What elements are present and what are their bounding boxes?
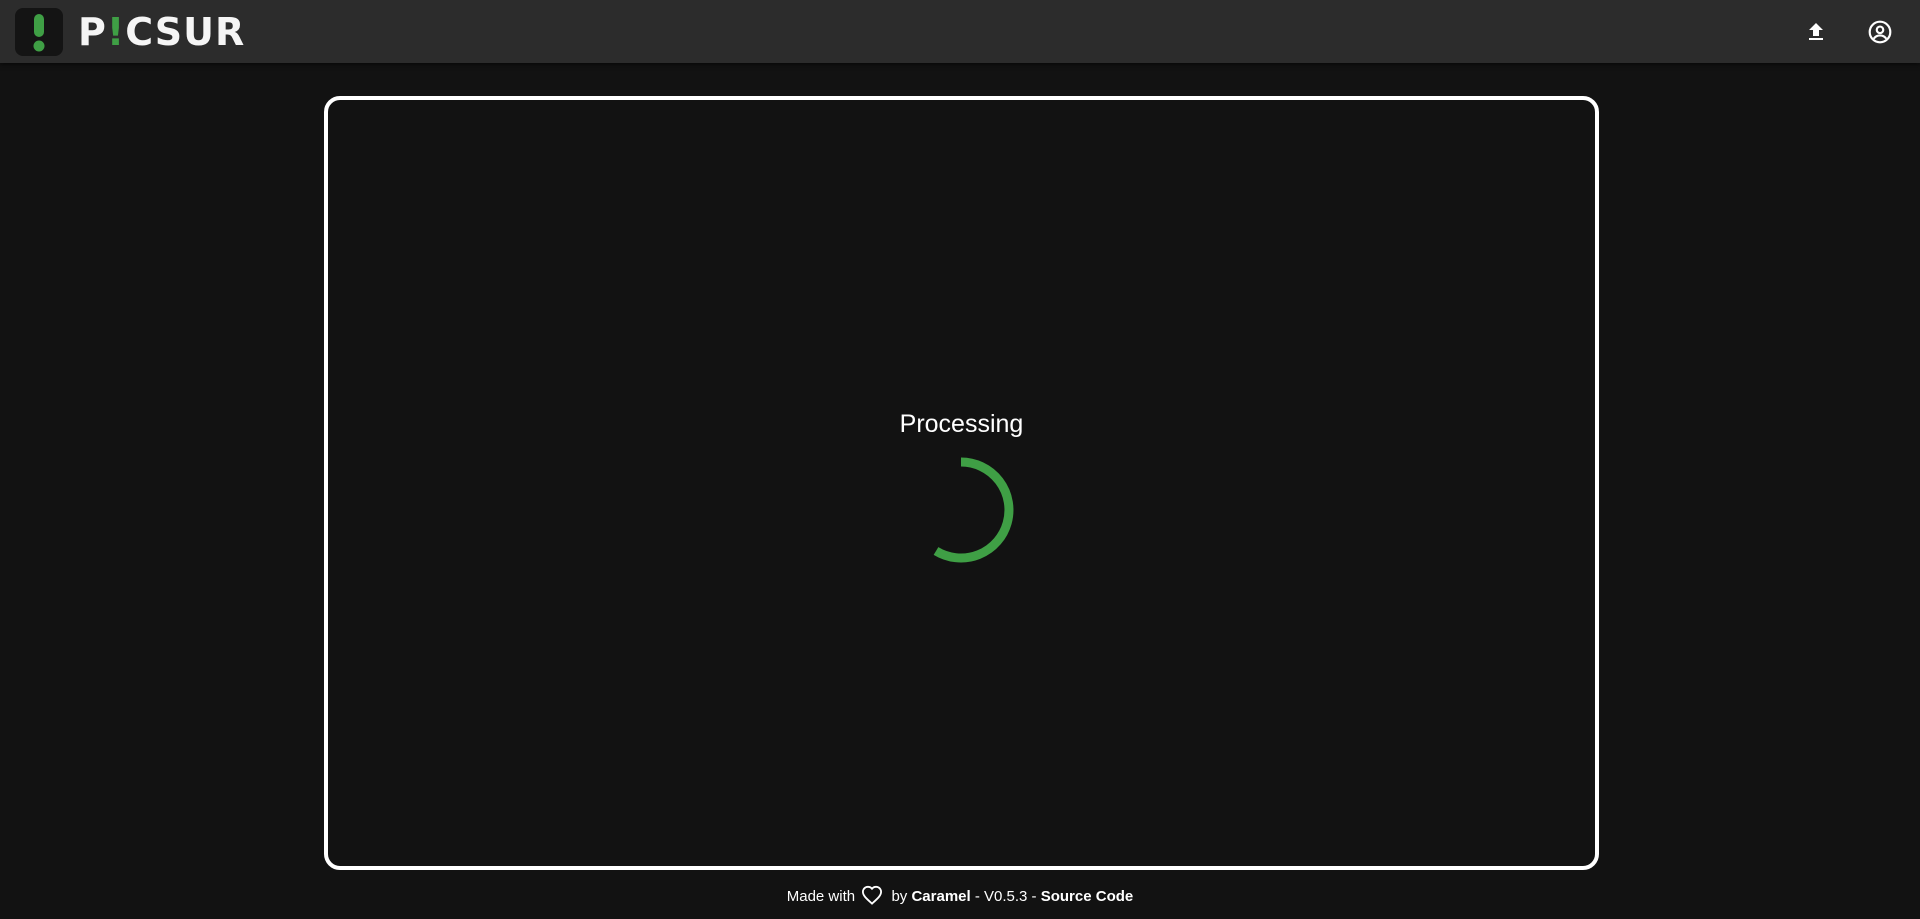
brand-wordmark[interactable]: P! CSUR <box>78 10 245 54</box>
top-app-bar: P! CSUR <box>0 0 1920 63</box>
loading-spinner <box>933 457 1014 563</box>
logo-icon[interactable] <box>15 8 63 56</box>
upload-processing-panel: Processing <box>324 96 1599 870</box>
brand-bang: ! <box>106 10 126 54</box>
upload-button[interactable] <box>1798 14 1834 50</box>
heart-icon <box>862 885 883 905</box>
upload-icon <box>1809 23 1823 40</box>
processing-status-text: Processing <box>899 410 1024 438</box>
footer: Made with by Caramel - V0.5.3 - Source C… <box>0 885 1920 905</box>
brand-suffix: CSUR <box>125 10 246 54</box>
footer-by: by <box>891 888 908 905</box>
footer-author: Caramel <box>911 888 971 905</box>
source-code-link[interactable]: Source Code <box>1041 888 1134 905</box>
footer-version: - V0.5.3 - <box>974 888 1037 905</box>
account-circle-icon <box>1868 20 1892 44</box>
brand-prefix: P <box>78 10 107 54</box>
account-button[interactable] <box>1862 14 1898 50</box>
footer-made-with: Made with <box>786 888 856 905</box>
